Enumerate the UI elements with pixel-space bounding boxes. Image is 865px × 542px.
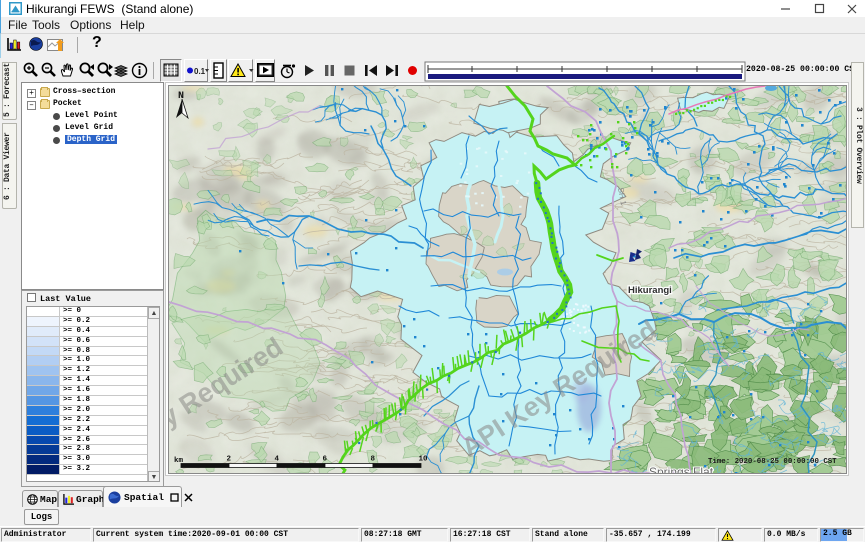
svg-text:Hikurangi: Hikurangi — [628, 285, 672, 296]
svg-text:6: 6 — [323, 456, 328, 464]
svg-text:0.1: 0.1 — [194, 67, 206, 76]
svg-text:8: 8 — [371, 456, 376, 464]
svg-text:10: 10 — [419, 456, 429, 464]
svg-text:Time: 2020-08-25 00:00:00 CST: Time: 2020-08-25 00:00:00 CST — [708, 458, 837, 466]
svg-text:2: 2 — [227, 456, 232, 464]
svg-text:4: 4 — [275, 456, 280, 464]
svg-text:N: N — [178, 91, 184, 102]
svg-text:Springs Flat: Springs Flat — [649, 465, 714, 474]
